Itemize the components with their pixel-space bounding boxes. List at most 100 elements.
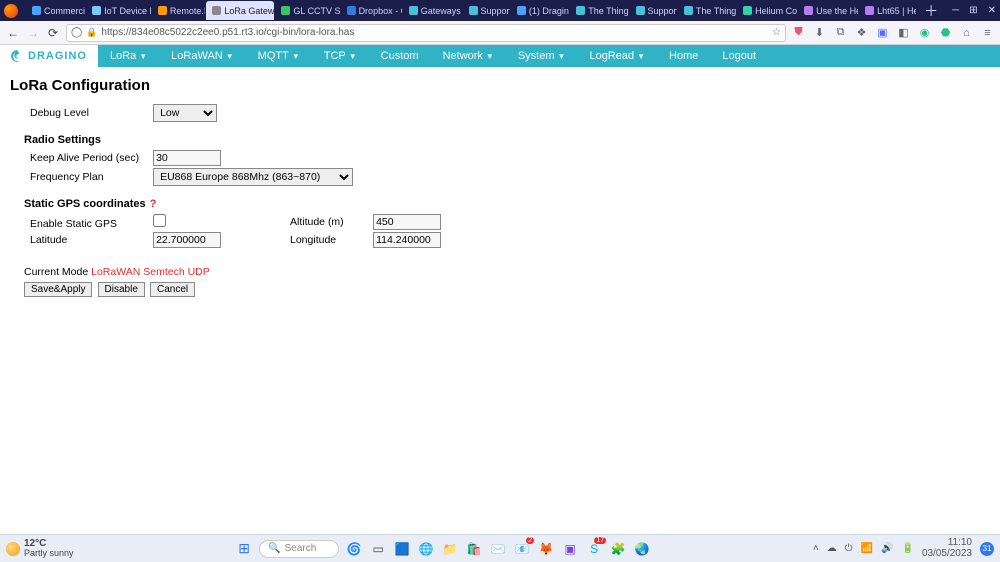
menu-label: System — [518, 50, 555, 62]
search-icon: 🔍 — [268, 543, 280, 554]
menu-item-logout[interactable]: Logout — [710, 45, 768, 67]
browser-tab[interactable]: Helium Con — [737, 1, 797, 20]
favicon-icon — [684, 6, 693, 15]
download-icon[interactable]: ⬇ — [813, 26, 826, 39]
menu-item-tcp[interactable]: TCP▼ — [312, 45, 369, 67]
ext-icon[interactable]: ⬣ — [939, 26, 952, 39]
menu-item-network[interactable]: Network▼ — [431, 45, 506, 67]
help-icon[interactable]: ? — [150, 198, 157, 210]
browser-tab[interactable]: Lht65 | Hel — [859, 1, 916, 20]
favicon-icon — [281, 6, 290, 15]
tray-icon[interactable]: ⏻ — [845, 543, 853, 554]
keepalive-input[interactable] — [153, 150, 221, 166]
menu-label: TCP — [324, 50, 346, 62]
browser-tab[interactable]: Remote.It — [152, 1, 205, 20]
altitude-input[interactable] — [373, 214, 441, 230]
browser-tab[interactable]: Commercia — [26, 1, 85, 20]
ext-icon[interactable]: ❖ — [855, 26, 868, 39]
browser-tab[interactable]: LoRa Gateway✕ — [206, 1, 274, 20]
onedrive-icon[interactable]: ☁ — [827, 543, 837, 554]
ext-icon[interactable]: ⛊ — [792, 26, 805, 39]
debug-level-select[interactable]: Low — [153, 104, 217, 122]
browser-tab[interactable]: IoT Device M — [86, 1, 151, 20]
outlook-icon[interactable]: 📧 — [513, 540, 531, 558]
taskbar-search[interactable]: 🔍 Search — [259, 540, 339, 558]
maximize-icon[interactable]: ⊞ — [969, 5, 977, 16]
minimize-icon[interactable]: ─ — [952, 5, 959, 16]
ext-icon[interactable]: ⧉ — [834, 26, 847, 39]
menu-item-system[interactable]: System▼ — [506, 45, 578, 67]
favicon-icon — [212, 6, 221, 15]
new-tab-button[interactable]: ＋ — [918, 1, 944, 21]
weather-widget[interactable]: 12°C Partly sunny — [6, 539, 74, 558]
browser-tab[interactable]: Gateways - — [403, 1, 462, 20]
reload-icon[interactable]: ⟳ — [46, 26, 60, 40]
ext-icon[interactable]: ◧ — [897, 26, 910, 39]
enable-gps-checkbox[interactable] — [153, 214, 166, 227]
mail-icon[interactable]: ✉️ — [489, 540, 507, 558]
browser-tab[interactable]: Support — [463, 1, 510, 20]
ext-icon[interactable]: ◉ — [918, 26, 931, 39]
favicon-icon — [409, 6, 418, 15]
latitude-input[interactable] — [153, 232, 221, 248]
chevron-down-icon: ▼ — [292, 52, 300, 61]
favicon-icon — [517, 6, 526, 15]
store-icon[interactable]: 🛍️ — [465, 540, 483, 558]
menu-item-logread[interactable]: LogRead▼ — [577, 45, 657, 67]
wifi-icon[interactable]: 📶 — [861, 543, 873, 554]
pocket-icon[interactable]: ⌂ — [960, 26, 973, 39]
hamburger-icon[interactable]: ≡ — [981, 26, 994, 39]
freqplan-select[interactable]: EU868 Europe 868Mhz (863~870) — [153, 168, 353, 186]
tab-label: Commercia — [44, 6, 85, 16]
start-icon[interactable]: ⊞ — [235, 540, 253, 558]
firefox-taskbar-icon[interactable]: 🦊 — [537, 540, 555, 558]
forward-icon[interactable]: → — [26, 26, 40, 40]
url-bar[interactable]: ◯ 🔒 https://834e08c5022c2ee0.p51.rt3.io/… — [66, 24, 786, 42]
tab-label: IoT Device M — [104, 6, 151, 16]
battery-icon[interactable]: 🔋 — [901, 543, 913, 554]
browser-tab[interactable]: (1) Dragino — [511, 1, 569, 20]
browser-tab[interactable]: The Things — [570, 1, 628, 20]
globe-icon[interactable]: 🌏 — [633, 540, 651, 558]
browser-tab[interactable]: GL CCTV Sh — [275, 1, 339, 20]
chevron-up-icon[interactable]: ˄ — [813, 543, 819, 554]
volume-icon[interactable]: 🔊 — [881, 543, 893, 554]
explorer-icon[interactable]: 📁 — [441, 540, 459, 558]
skype-icon[interactable]: S — [585, 540, 603, 558]
menu-item-mqtt[interactable]: MQTT▼ — [246, 45, 312, 67]
menu-item-home[interactable]: Home — [657, 45, 710, 67]
copilot-icon[interactable]: 🌀 — [345, 540, 363, 558]
close-icon[interactable]: ✕ — [988, 5, 996, 16]
edge-icon[interactable]: 🌐 — [417, 540, 435, 558]
back-icon[interactable]: ← — [6, 26, 20, 40]
favicon-icon — [743, 6, 752, 15]
notifications-badge[interactable]: 31 — [980, 542, 994, 556]
favicon-icon — [469, 6, 478, 15]
app-icon[interactable]: 🧩 — [609, 540, 627, 558]
menu-item-lorawan[interactable]: LoRaWAN▼ — [159, 45, 245, 67]
system-tray: ˄ ☁ ⏻ 📶 🔊 🔋 11:10 03/05/2023 31 — [813, 538, 994, 559]
enable-gps-label: Enable Static GPS — [30, 218, 150, 230]
app-icon[interactable]: 🟦 — [393, 540, 411, 558]
brand-logo[interactable]: DRAGINO — [0, 45, 98, 67]
chevron-down-icon: ▼ — [139, 52, 147, 61]
cancel-button[interactable]: Cancel — [150, 282, 195, 297]
taskview-icon[interactable]: ▭ — [369, 540, 387, 558]
tab-label: GL CCTV Sh — [293, 6, 339, 16]
disable-button[interactable]: Disable — [98, 282, 145, 297]
longitude-input[interactable] — [373, 232, 441, 248]
browser-tab[interactable]: The Things — [678, 1, 736, 20]
app-icon[interactable]: ▣ — [561, 540, 579, 558]
browser-tab[interactable]: Dropbox - C — [341, 1, 402, 20]
ext-icon[interactable]: ▣ — [876, 26, 889, 39]
favicon-icon — [636, 6, 645, 15]
bookmark-star-icon[interactable]: ☆ — [772, 27, 781, 38]
menu-item-lora[interactable]: LoRa▼ — [98, 45, 159, 67]
clock[interactable]: 11:10 03/05/2023 — [922, 538, 972, 559]
menu-label: MQTT — [258, 50, 289, 62]
browser-tab[interactable]: Use the Hel — [798, 1, 858, 20]
browser-tab[interactable]: Support — [630, 1, 677, 20]
save-apply-button[interactable]: Save&Apply — [24, 282, 92, 297]
page-title: LoRa Configuration — [10, 77, 990, 94]
menu-item-custom[interactable]: Custom — [369, 45, 431, 67]
